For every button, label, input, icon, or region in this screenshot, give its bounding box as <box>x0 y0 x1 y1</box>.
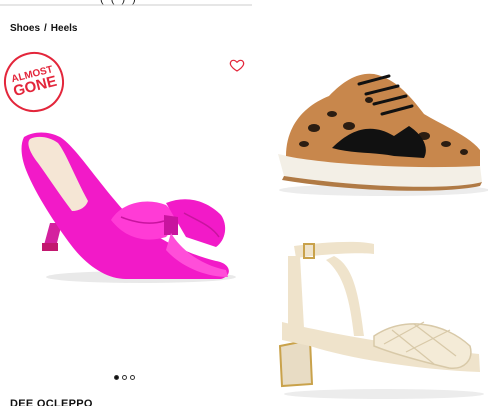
product-image-heels[interactable] <box>16 125 244 287</box>
product-brand[interactable]: DEE OCLEPPO <box>10 398 93 406</box>
carousel-dots <box>114 375 135 380</box>
product-grid-page: ( ( ) ) Shoes / Heels ALMOST GONE <box>0 0 504 406</box>
top-cut-text: ( ( ) ) <box>100 0 138 5</box>
favorite-button[interactable] <box>229 57 245 73</box>
breadcrumb-separator: / <box>44 23 47 34</box>
carousel-dot[interactable] <box>130 375 135 380</box>
cream-sandal-image[interactable] <box>274 236 488 400</box>
breadcrumb-link-heels[interactable]: Heels <box>51 23 78 34</box>
carousel-dot[interactable] <box>122 375 127 380</box>
breadcrumb-link-shoes[interactable]: Shoes <box>10 23 40 34</box>
leopard-sneaker-image[interactable] <box>274 66 488 198</box>
breadcrumb: Shoes / Heels <box>10 23 77 34</box>
carousel-dot[interactable] <box>114 375 119 380</box>
heart-outline-icon <box>229 59 245 72</box>
